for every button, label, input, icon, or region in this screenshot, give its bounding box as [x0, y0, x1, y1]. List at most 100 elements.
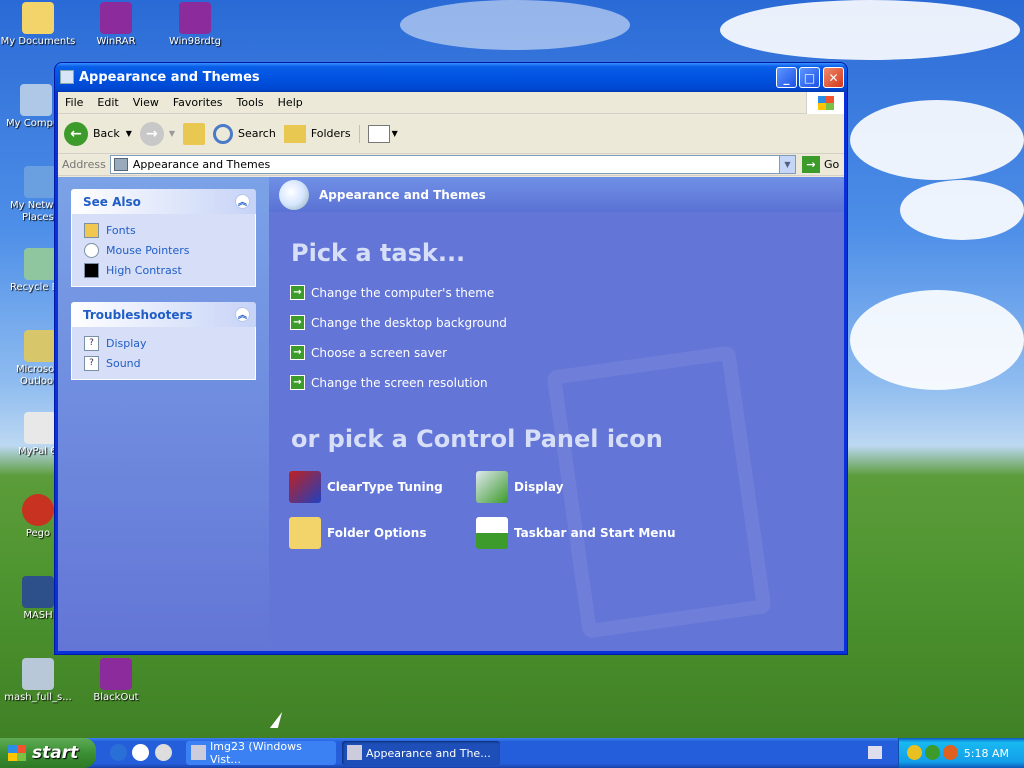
troubleshooters-header[interactable]: Troubleshooters ︽	[71, 302, 256, 327]
cloud	[850, 100, 1024, 180]
link-mouse-pointers[interactable]: Mouse Pointers	[84, 240, 243, 260]
display-icon	[476, 471, 508, 503]
link-high-contrast[interactable]: High Contrast	[84, 260, 243, 280]
maximize-button[interactable]: □	[799, 67, 820, 88]
cp-icon-cleartype[interactable]: ClearType Tuning	[289, 471, 443, 503]
forward-button[interactable]: → ▼	[139, 121, 176, 146]
desktop-icon-outlook[interactable]: Microso Outloo	[0, 330, 60, 388]
taskbar-task-appearance[interactable]: Appearance and The...	[342, 741, 500, 765]
clock[interactable]: 5:18 AM	[964, 747, 1009, 760]
cloud	[900, 180, 1024, 240]
see-also-header[interactable]: See Also ︽	[71, 189, 256, 214]
network-tray-icon[interactable]	[925, 745, 940, 760]
dropdown-icon: ▼	[168, 129, 176, 138]
collapse-icon[interactable]: ︽	[235, 194, 250, 209]
desktop-icon-my-computer[interactable]: My Compu	[0, 84, 60, 130]
menu-edit[interactable]: Edit	[90, 96, 125, 109]
up-button[interactable]	[183, 122, 206, 145]
windows-flag-icon	[8, 745, 26, 761]
mash-icon	[22, 576, 54, 608]
views-button[interactable]: ▼	[358, 124, 398, 143]
arrow-icon: →	[290, 285, 305, 300]
keyboard-icon[interactable]	[868, 746, 882, 759]
winrar-icon	[100, 2, 132, 34]
mouse-icon	[84, 242, 99, 258]
winrar-icon	[179, 2, 211, 34]
menu-tools[interactable]: Tools	[230, 96, 271, 109]
media-player-icon[interactable]	[155, 744, 172, 761]
dropdown-icon: ▼	[391, 129, 398, 138]
address-dropdown-button[interactable]: ▼	[779, 156, 795, 173]
pego-icon	[22, 494, 54, 526]
appearance-icon	[279, 180, 309, 210]
folder-up-icon	[183, 122, 206, 145]
cloud	[720, 0, 1020, 60]
link-display-troubleshooter[interactable]: ? Display	[84, 333, 243, 353]
task-screen-saver[interactable]: → Choose a screen saver	[290, 345, 447, 360]
menu-favorites[interactable]: Favorites	[166, 96, 230, 109]
arrow-icon: →	[290, 345, 305, 360]
address-input[interactable]: Appearance and Themes ▼	[109, 155, 796, 174]
cp-icon-display[interactable]: Display	[476, 471, 563, 503]
installer-icon	[22, 658, 54, 690]
windows-logo-icon	[806, 92, 844, 114]
desktop-icon-my-documents[interactable]: My Documents	[0, 2, 76, 48]
back-button[interactable]: ← Back ▼	[64, 121, 132, 146]
search-tray-icon[interactable]	[943, 745, 958, 760]
explorer-window: Appearance and Themes _ □ ✕ File Edit Vi…	[54, 62, 848, 655]
troubleshooters-panel: Troubleshooters ︽ ? Display ? Sound	[71, 302, 256, 380]
menu-view[interactable]: View	[126, 96, 166, 109]
desktop-icon-my-network[interactable]: My Netw Places	[0, 166, 60, 224]
ie-icon[interactable]	[110, 744, 127, 761]
pick-icon-heading: or pick a Control Panel icon	[291, 425, 663, 453]
folders-button[interactable]: Folders	[283, 124, 351, 143]
link-fonts[interactable]: Fonts	[84, 220, 243, 240]
collapse-icon[interactable]: ︽	[235, 307, 250, 322]
link-sound-troubleshooter[interactable]: ? Sound	[84, 353, 243, 373]
menu-file[interactable]: File	[58, 96, 90, 109]
cp-icon-taskbar[interactable]: Taskbar and Start Menu	[476, 517, 676, 549]
desktop-icon-mash-full[interactable]: mash_full_s...	[0, 658, 76, 704]
high-contrast-icon	[84, 262, 99, 278]
address-label: Address	[62, 158, 106, 171]
minimize-button[interactable]: _	[776, 67, 797, 88]
title-bar[interactable]: Appearance and Themes _ □ ✕	[55, 63, 847, 92]
desktop-icon-mypal[interactable]: MyPal 6	[0, 412, 60, 458]
desktop-icon-win98rdtg[interactable]: Win98rdtg	[157, 2, 233, 48]
menu-help[interactable]: Help	[271, 96, 310, 109]
cloud	[850, 290, 1024, 390]
control-panel-icon	[113, 158, 128, 171]
control-panel-icon	[60, 70, 74, 84]
desktop-icon-recycle-bin[interactable]: Recycle B	[0, 248, 60, 294]
views-icon	[367, 124, 390, 143]
toolbar: ← Back ▼ → ▼ Search Folders ▼	[58, 114, 844, 154]
content-area: See Also ︽ Fonts Mouse Pointers High Cont…	[58, 177, 844, 651]
close-button[interactable]: ✕	[823, 67, 844, 88]
desktop-icon-blackout[interactable]: BlackOut	[78, 658, 154, 704]
outlook-express-icon[interactable]	[132, 744, 149, 761]
cp-icon-folder-options[interactable]: Folder Options	[289, 517, 426, 549]
arrow-icon: →	[290, 375, 305, 390]
task-change-theme[interactable]: → Change the computer's theme	[290, 285, 494, 300]
start-button[interactable]: start	[0, 738, 96, 768]
folders-icon	[283, 124, 306, 143]
desktop-icon-winrar[interactable]: WinRAR	[78, 2, 154, 48]
main-pane: Appearance and Themes Pick a task... → Ch…	[269, 177, 844, 651]
search-button[interactable]: Search	[213, 123, 276, 144]
forward-arrow-icon: →	[139, 121, 164, 146]
window-body: File Edit View Favorites Tools Help ← Bac…	[58, 92, 844, 651]
fonts-folder-icon	[84, 222, 99, 238]
computer-icon	[20, 84, 52, 116]
menu-bar: File Edit View Favorites Tools Help	[58, 92, 844, 114]
mypal-icon	[24, 412, 56, 444]
arrow-icon: →	[290, 315, 305, 330]
cloud	[400, 0, 630, 50]
task-pane: See Also ︽ Fonts Mouse Pointers High Cont…	[58, 177, 269, 651]
task-screen-resolution[interactable]: → Change the screen resolution	[290, 375, 488, 390]
mouse-cursor-icon	[269, 712, 283, 728]
watermark-icon	[546, 345, 772, 639]
task-change-background[interactable]: → Change the desktop background	[290, 315, 507, 330]
go-button[interactable]: → Go	[796, 156, 844, 173]
security-shield-icon[interactable]	[907, 745, 922, 760]
taskbar-task-img23[interactable]: Img23 (Windows Vist...	[186, 740, 336, 766]
